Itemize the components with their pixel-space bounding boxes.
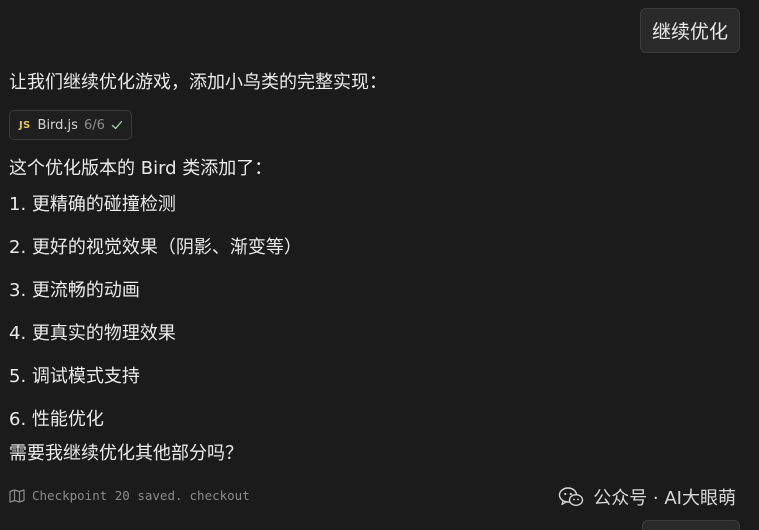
feature-item: 6. 性能优化: [9, 409, 104, 430]
map-icon: [9, 488, 25, 503]
javascript-file-icon: JS: [19, 119, 31, 131]
feature-item: 4. 更真实的物理效果: [9, 323, 176, 344]
checkpoint-status: Checkpoint 20 saved. checkout: [9, 488, 250, 503]
file-progress: 6/6: [83, 117, 105, 133]
user-message-text: 继续优化: [651, 21, 728, 43]
user-message-bubble: 继续优化: [639, 8, 740, 53]
checkpoint-text: Checkpoint 20 saved.: [32, 488, 183, 503]
checkout-link[interactable]: checkout: [190, 488, 250, 503]
follow-up-question: 需要我继续优化其他部分吗？: [9, 443, 243, 464]
summary-heading: 这个优化版本的 Bird 类添加了：: [9, 158, 273, 179]
feature-item: 2. 更好的视觉效果（阴影、渐变等）: [9, 237, 302, 258]
feature-item: 5. 调试模式支持: [9, 366, 140, 387]
feature-item: 3. 更流畅的动画: [9, 280, 140, 301]
watermark: 公众号 · AI大眼萌: [558, 484, 736, 510]
assistant-message: 让我们继续优化游戏，添加小鸟类的完整实现： JS Bird.js 6/6 这个优…: [9, 68, 747, 469]
check-icon: [111, 120, 123, 130]
file-chip-bird-js[interactable]: JS Bird.js 6/6: [9, 110, 132, 140]
wechat-icon: [559, 487, 584, 507]
feature-list: 1. 更精确的碰撞检测 2. 更好的视觉效果（阴影、渐变等） 3. 更流畅的动画…: [9, 190, 747, 439]
file-name: Bird.js: [37, 117, 78, 133]
assistant-intro: 让我们继续优化游戏，添加小鸟类的完整实现：: [9, 72, 387, 93]
next-message-bubble: [642, 520, 740, 530]
feature-item: 1. 更精确的碰撞检测: [9, 194, 176, 215]
watermark-text: 公众号 · AI大眼萌: [593, 488, 736, 509]
